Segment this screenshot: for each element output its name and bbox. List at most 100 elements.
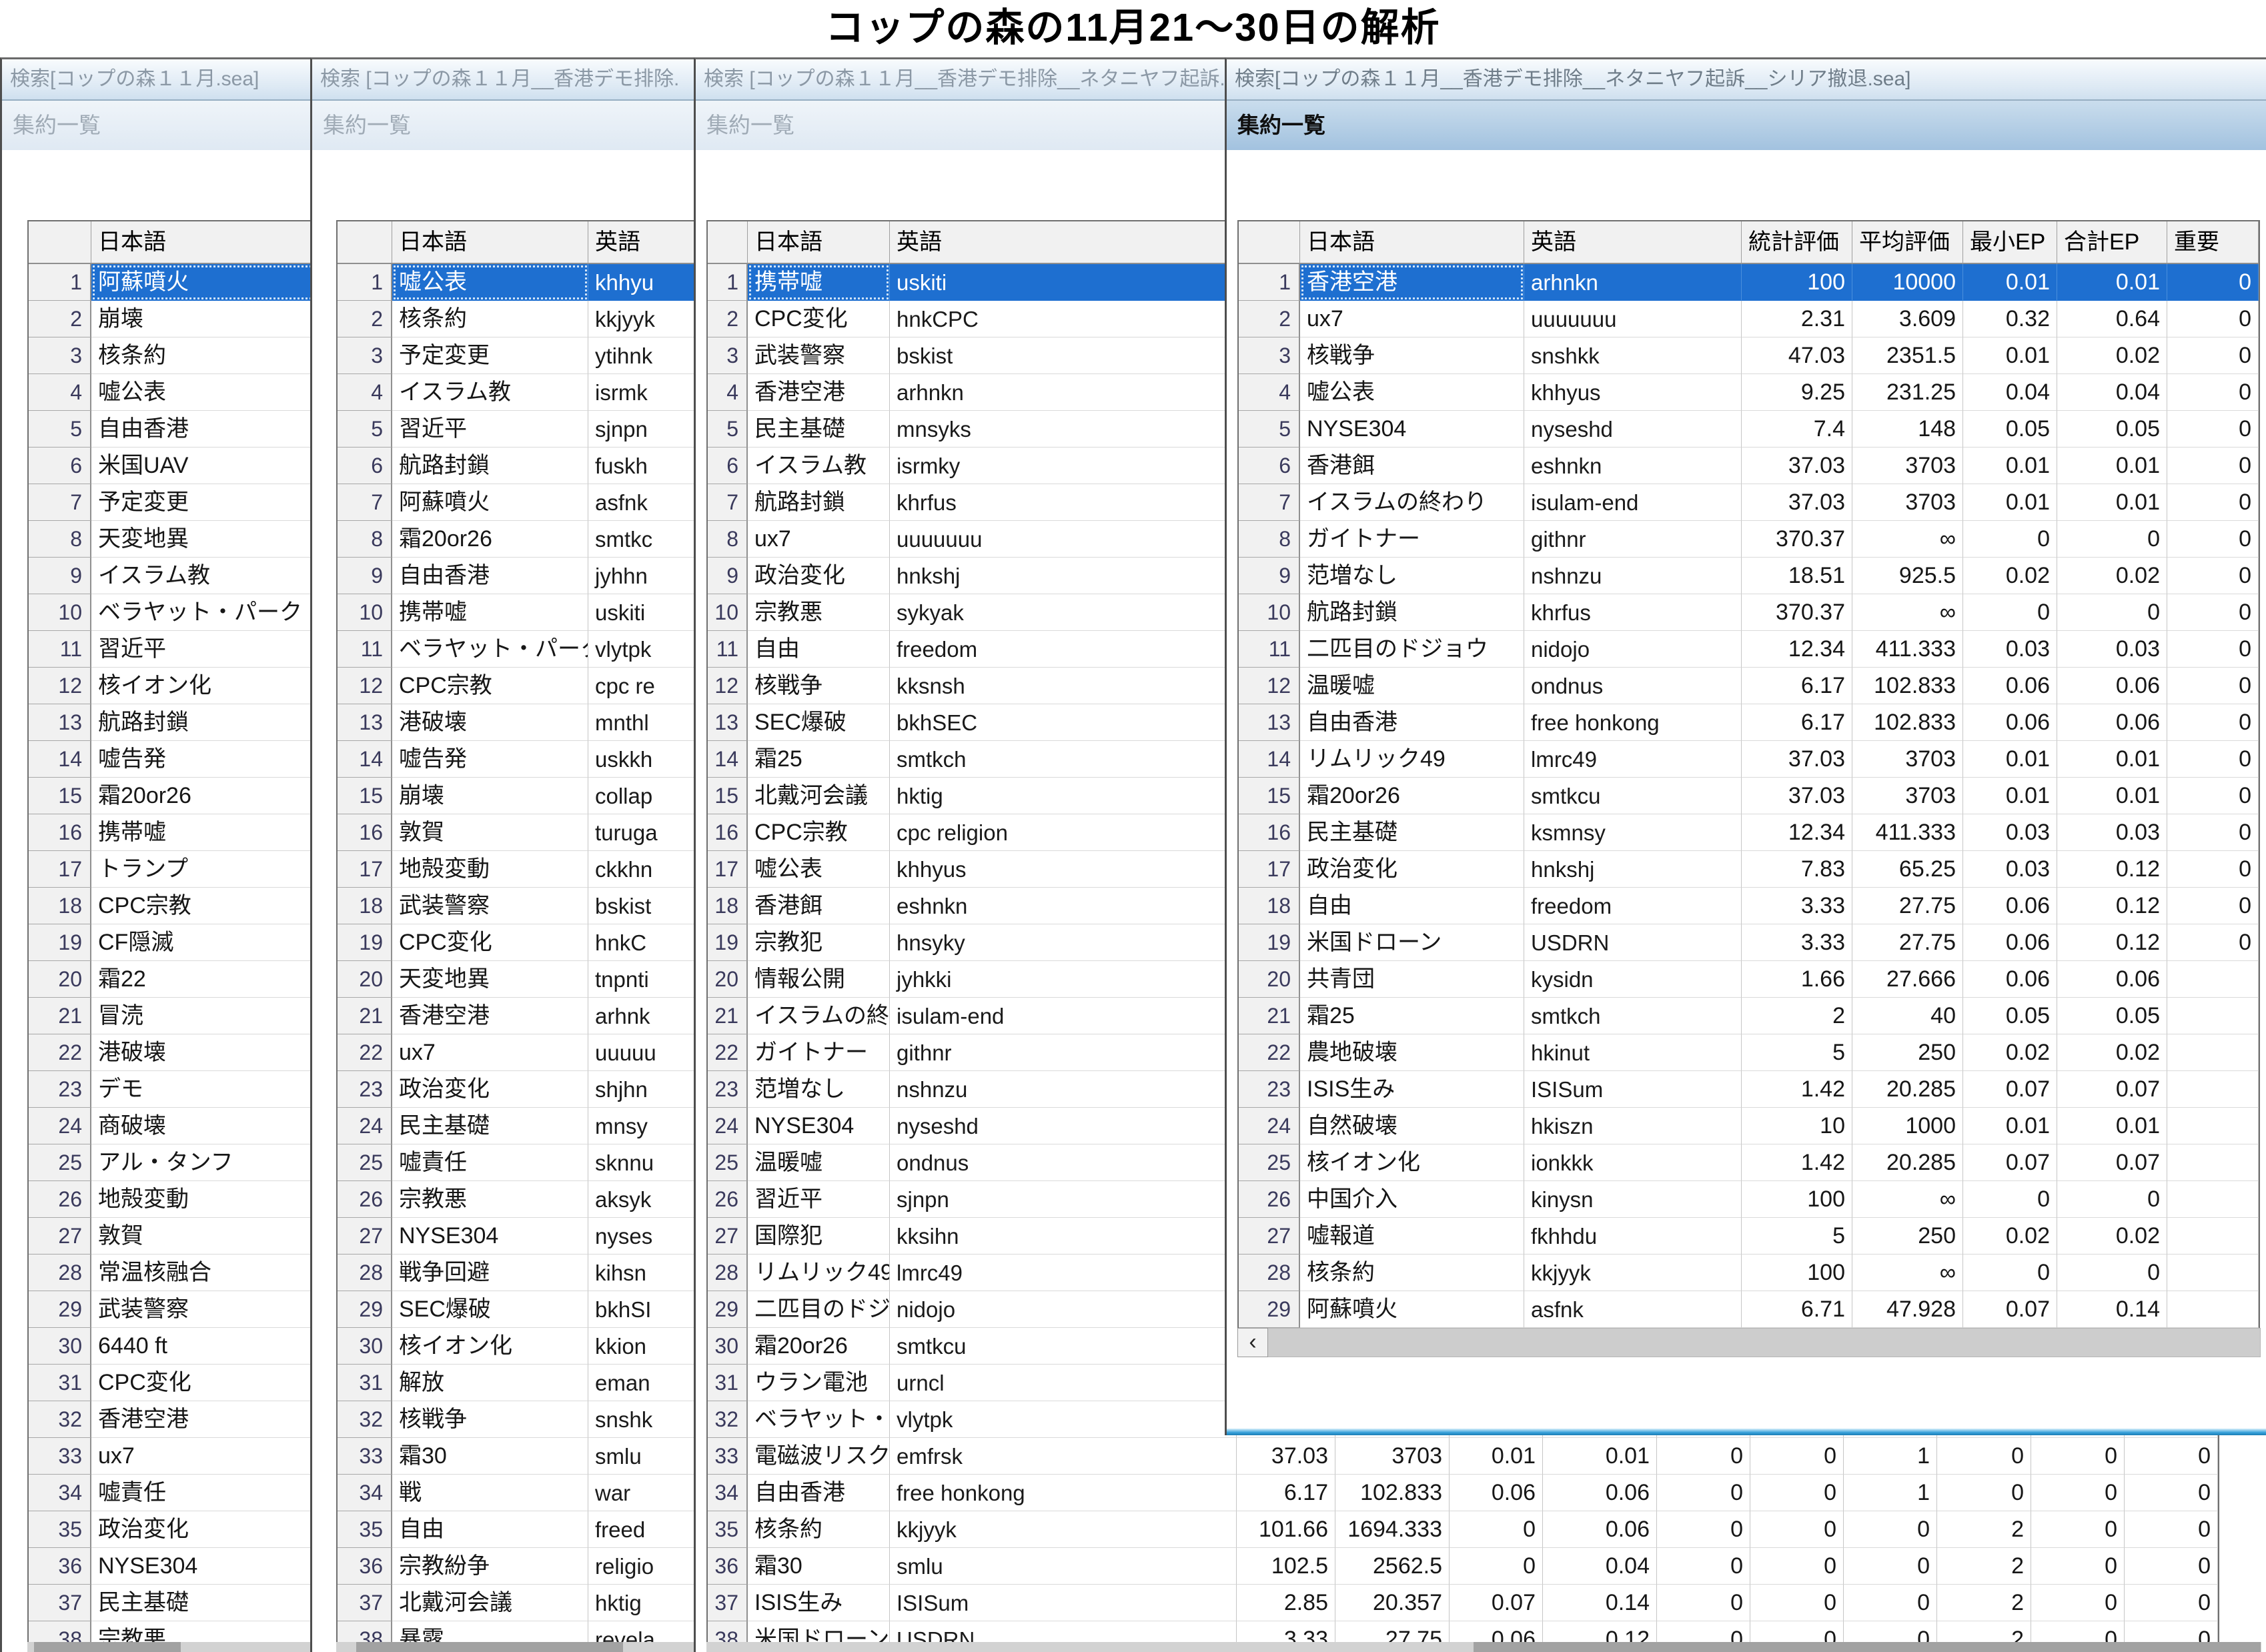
s5-cell[interactable]: 0 [1750, 1585, 1844, 1621]
ja-cell[interactable]: 共青団 [1300, 961, 1524, 998]
v2-cell[interactable]: 0.07 [1963, 1144, 2057, 1181]
ja-cell[interactable]: 霜20or26 [392, 521, 588, 558]
table-row[interactable]: 37ISIS生みISISum2.8520.3570.070.14000200 [708, 1585, 2218, 1621]
en-cell[interactable]: bskist [890, 337, 1237, 374]
ja-cell[interactable]: 政治変化 [1300, 851, 1524, 888]
table-row[interactable]: 13自由香港free honkong6.17102.8330.060.060 [1239, 704, 2259, 741]
ja-cell[interactable]: 武装警察 [392, 888, 588, 924]
v4-cell[interactable]: 0 [2167, 594, 2259, 631]
table-row[interactable]: 2ux7uuuuuuu2.313.6090.320.640 [1239, 301, 2259, 337]
v3-cell[interactable]: 0.03 [2057, 631, 2167, 668]
ja-cell[interactable]: 電磁波リスク [748, 1438, 890, 1475]
s4-cell[interactable]: 0 [1657, 1511, 1750, 1548]
s3-cell[interactable]: 0.01 [1543, 1438, 1657, 1475]
v1-cell[interactable]: 250 [1852, 1218, 1963, 1255]
s9-cell[interactable]: 0 [2125, 1585, 2218, 1621]
v3-cell[interactable]: 0.14 [2057, 1291, 2167, 1328]
v1-cell[interactable]: 3703 [1852, 741, 1963, 778]
ja-cell[interactable]: 航路封鎖 [748, 484, 890, 521]
v1-cell[interactable]: 148 [1852, 411, 1963, 448]
v4-cell[interactable]: 0 [2167, 668, 2259, 704]
v4-cell[interactable]: 0 [2167, 374, 2259, 411]
ja-cell[interactable]: 香港餌 [748, 888, 890, 924]
v1-cell[interactable]: 411.333 [1852, 631, 1963, 668]
v1-cell[interactable]: 40 [1852, 998, 1963, 1034]
table-row[interactable]: 22農地破壊hkinut52500.020.02 [1239, 1034, 2259, 1071]
v3-cell[interactable]: 0 [2057, 1255, 2167, 1291]
v0-cell[interactable]: 10 [1742, 1108, 1852, 1144]
v3-cell[interactable]: 0.05 [2057, 411, 2167, 448]
s6-cell[interactable]: 0 [1844, 1585, 1937, 1621]
s0-cell[interactable]: 37.03 [1237, 1438, 1335, 1475]
v0-cell[interactable]: 100 [1742, 1255, 1852, 1291]
ja-cell[interactable]: 核イオン化 [1300, 1144, 1524, 1181]
v1-cell[interactable]: 47.928 [1852, 1291, 1963, 1328]
v0-cell[interactable]: 12.34 [1742, 631, 1852, 668]
en-cell[interactable]: lmrc49 [890, 1255, 1237, 1291]
v4-cell[interactable]: 0 [2167, 521, 2259, 558]
v2-cell[interactable]: 0.01 [1963, 448, 2057, 484]
v2-cell[interactable]: 0.06 [1963, 668, 2057, 704]
v0-cell[interactable]: 6.17 [1742, 668, 1852, 704]
column-header-en[interactable]: 英語 [1524, 221, 1742, 264]
v0-cell[interactable]: 1.42 [1742, 1071, 1852, 1108]
ja-cell[interactable]: ウラン電池 [748, 1365, 890, 1401]
s9-cell[interactable]: 0 [2125, 1511, 2218, 1548]
v3-cell[interactable]: 0.07 [2057, 1144, 2167, 1181]
v3-cell[interactable]: 0.03 [2057, 814, 2167, 851]
table-corner-cell[interactable] [1239, 221, 1300, 264]
en-cell[interactable]: ondnus [1524, 668, 1742, 704]
en-cell[interactable]: sjnpn [890, 1181, 1237, 1218]
table-row[interactable]: 33電磁波リスクemfrsk37.0337030.010.01001000 [708, 1438, 2218, 1475]
ja-cell[interactable]: 嘘責任 [392, 1144, 588, 1181]
v3-cell[interactable]: 0.12 [2057, 924, 2167, 961]
v3-cell[interactable]: 0.02 [2057, 558, 2167, 594]
v4-cell[interactable]: 0 [2167, 778, 2259, 814]
en-cell[interactable]: khrfus [890, 484, 1237, 521]
s6-cell[interactable]: 1 [1844, 1438, 1937, 1475]
v0-cell[interactable]: 37.03 [1742, 778, 1852, 814]
v3-cell[interactable]: 0.06 [2057, 704, 2167, 741]
en-cell[interactable]: fkhhdu [1524, 1218, 1742, 1255]
table-row[interactable]: 4嘘公表khhyus9.25231.250.040.040 [1239, 374, 2259, 411]
en-cell[interactable]: arhnkn [890, 374, 1237, 411]
ja-cell[interactable]: 戦争回避 [392, 1255, 588, 1291]
table-row[interactable]: 24自然破壊hkiszn1010000.010.01 [1239, 1108, 2259, 1144]
en-cell[interactable]: khrfus [1524, 594, 1742, 631]
table-row[interactable]: 1香港空港arhnkn100100000.010.010 [1239, 264, 2259, 301]
en-cell[interactable]: lmrc49 [1524, 741, 1742, 778]
v3-cell[interactable]: 0 [2057, 521, 2167, 558]
s0-cell[interactable]: 6.17 [1237, 1475, 1335, 1511]
ja-cell[interactable]: 核戦争 [1300, 337, 1524, 374]
s9-cell[interactable]: 0 [2125, 1475, 2218, 1511]
horizontal-scrollbar[interactable]: ‹ [1237, 1328, 2261, 1357]
v2-cell[interactable]: 0.02 [1963, 558, 2057, 594]
ja-cell[interactable]: 政治変化 [748, 558, 890, 594]
v4-cell[interactable]: 0 [2167, 264, 2259, 301]
ja-cell[interactable]: ux7 [748, 521, 890, 558]
v0-cell[interactable]: 5 [1742, 1218, 1852, 1255]
en-cell[interactable]: vlytpk [890, 1401, 1237, 1438]
v2-cell[interactable]: 0.32 [1963, 301, 2057, 337]
en-cell[interactable]: kksnsh [890, 668, 1237, 704]
table-row[interactable]: 27嘘報道fkhhdu52500.020.02 [1239, 1218, 2259, 1255]
en-cell[interactable]: ondnus [890, 1144, 1237, 1181]
v1-cell[interactable]: 3703 [1852, 484, 1963, 521]
ja-cell[interactable]: 予定変更 [392, 337, 588, 374]
v4-cell[interactable] [2167, 1255, 2259, 1291]
ja-cell[interactable]: 中国介入 [1300, 1181, 1524, 1218]
en-cell[interactable]: nshnzu [1524, 558, 1742, 594]
v4-cell[interactable] [2167, 1071, 2259, 1108]
en-cell[interactable]: uuuuuuu [1524, 301, 1742, 337]
s2-cell[interactable]: 0 [1450, 1548, 1543, 1585]
v1-cell[interactable]: 102.833 [1852, 704, 1963, 741]
s8-cell[interactable]: 0 [2031, 1511, 2125, 1548]
table-row[interactable]: 15霜20or26smtkcu37.0337030.010.010 [1239, 778, 2259, 814]
table-row[interactable]: 25核イオン化ionkkk1.4220.2850.070.07 [1239, 1144, 2259, 1181]
v1-cell[interactable]: 20.285 [1852, 1144, 1963, 1181]
en-cell[interactable]: free honkong [1524, 704, 1742, 741]
v3-cell[interactable]: 0.64 [2057, 301, 2167, 337]
s2-cell[interactable]: 0.01 [1450, 1438, 1543, 1475]
s6-cell[interactable]: 1 [1844, 1475, 1937, 1511]
en-cell[interactable]: arhnkn [1524, 264, 1742, 301]
